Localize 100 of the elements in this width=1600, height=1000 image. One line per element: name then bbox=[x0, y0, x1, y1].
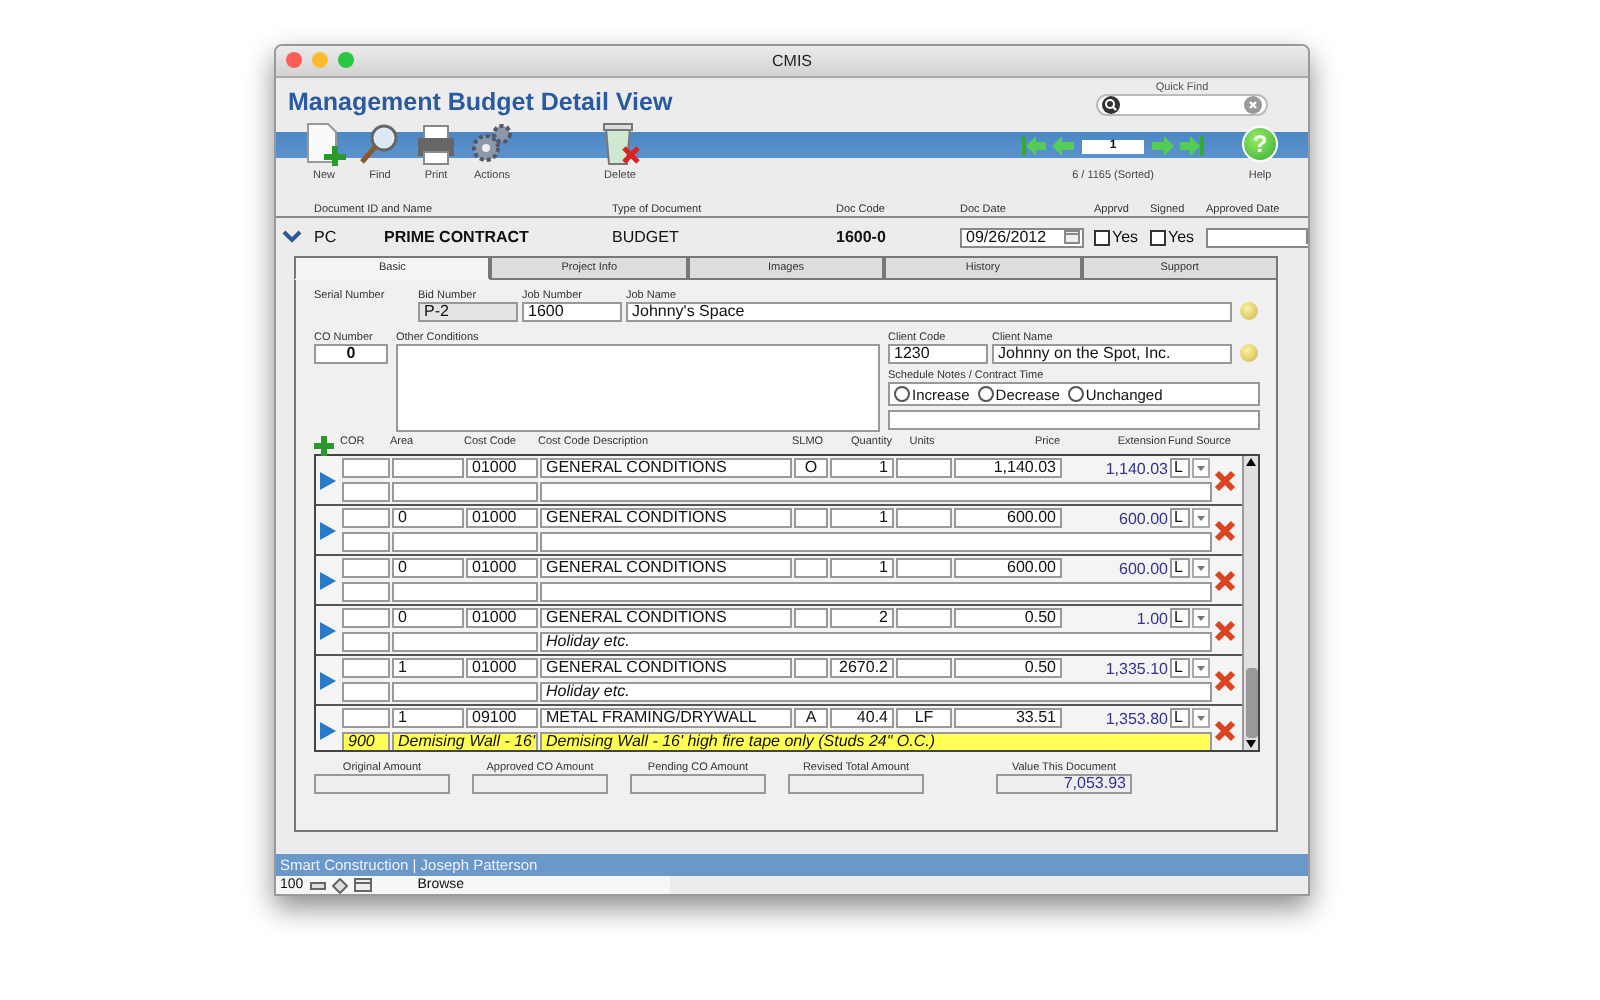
next-record-icon[interactable] bbox=[1150, 136, 1174, 156]
units-field[interactable]: LF bbox=[896, 708, 952, 728]
fund-source-field[interactable]: L bbox=[1170, 508, 1190, 528]
approved-date-field[interactable] bbox=[1206, 227, 1308, 247]
dropdown-icon[interactable] bbox=[1192, 708, 1210, 728]
quantity-field[interactable]: 2670.2 bbox=[830, 658, 894, 678]
slmo-field[interactable]: A bbox=[794, 708, 828, 728]
area-field[interactable] bbox=[392, 458, 464, 478]
area-field[interactable]: 1 bbox=[392, 708, 464, 728]
cost-code-field[interactable]: 01000 bbox=[466, 508, 538, 528]
scroll-up-icon[interactable] bbox=[1244, 456, 1258, 468]
previous-record-icon[interactable] bbox=[1052, 136, 1076, 156]
quantity-field[interactable]: 2 bbox=[830, 608, 894, 628]
signed-checkbox[interactable]: Yes bbox=[1150, 228, 1206, 246]
units-field[interactable] bbox=[896, 458, 952, 478]
cost-code-field[interactable]: 09100 bbox=[466, 708, 538, 728]
area-field[interactable] bbox=[392, 682, 538, 702]
add-icon[interactable] bbox=[314, 436, 334, 456]
dropdown-icon[interactable] bbox=[1192, 658, 1210, 678]
area-field[interactable]: 0 bbox=[392, 608, 464, 628]
description-field[interactable]: GENERAL CONDITIONS bbox=[540, 608, 792, 628]
last-record-icon[interactable] bbox=[1180, 136, 1204, 156]
layout-icon[interactable] bbox=[353, 878, 372, 892]
fund-source-field[interactable]: L bbox=[1170, 558, 1190, 578]
expand-arrow-icon[interactable] bbox=[320, 521, 336, 539]
cor-field[interactable] bbox=[342, 482, 390, 502]
quantity-field[interactable]: 40.4 bbox=[830, 708, 894, 728]
scroll-thumb[interactable] bbox=[1245, 668, 1257, 738]
description-field[interactable]: METAL FRAMING/DRYWALL bbox=[540, 708, 792, 728]
close-button[interactable] bbox=[286, 52, 302, 68]
amount-field[interactable] bbox=[788, 774, 924, 794]
units-field[interactable] bbox=[896, 508, 952, 528]
delete-icon[interactable] bbox=[1214, 619, 1236, 641]
cor-field[interactable] bbox=[342, 582, 390, 602]
note-field[interactable]: Demising Wall - 16' high fire tape only (Studs 24" O.C.) bbox=[540, 732, 1212, 750]
delete-icon[interactable] bbox=[1214, 669, 1236, 691]
quantity-field[interactable]: 1 bbox=[830, 458, 894, 478]
expand-arrow-icon[interactable] bbox=[320, 671, 336, 689]
cor-field[interactable] bbox=[342, 558, 390, 578]
area-field[interactable] bbox=[392, 582, 538, 602]
price-field[interactable]: 1,140.03 bbox=[954, 458, 1062, 478]
other-conditions-field[interactable] bbox=[396, 344, 880, 432]
cor-field[interactable] bbox=[342, 508, 390, 528]
dropdown-icon[interactable] bbox=[1192, 458, 1210, 478]
lookup-button[interactable] bbox=[1240, 344, 1258, 362]
units-field[interactable] bbox=[896, 608, 952, 628]
area-field[interactable]: 1 bbox=[392, 658, 464, 678]
expand-arrow-icon[interactable] bbox=[320, 721, 336, 739]
fund-source-field[interactable]: L bbox=[1170, 658, 1190, 678]
note-field[interactable]: Holiday etc. bbox=[540, 632, 1212, 652]
quantity-field[interactable]: 1 bbox=[830, 558, 894, 578]
collapse-chevron-icon[interactable] bbox=[282, 230, 302, 244]
cost-code-field[interactable]: 01000 bbox=[466, 558, 538, 578]
client-code-field[interactable]: 1230 bbox=[888, 344, 988, 364]
cor-field[interactable] bbox=[342, 458, 390, 478]
description-field[interactable]: GENERAL CONDITIONS bbox=[540, 458, 792, 478]
area-field[interactable]: 0 bbox=[392, 558, 464, 578]
description-field[interactable]: GENERAL CONDITIONS bbox=[540, 508, 792, 528]
delete-icon[interactable] bbox=[1214, 719, 1236, 741]
dropdown-icon[interactable] bbox=[1192, 608, 1210, 628]
co-number-field[interactable]: 0 bbox=[314, 344, 388, 364]
bid-number-field[interactable]: P-2 bbox=[418, 302, 518, 322]
doc-date-field[interactable]: 09/26/2012 bbox=[960, 227, 1084, 247]
quick-find-field[interactable] bbox=[1096, 94, 1268, 116]
price-field[interactable]: 33.51 bbox=[954, 708, 1062, 728]
delete-icon[interactable] bbox=[1214, 569, 1236, 591]
quantity-field[interactable]: 1 bbox=[830, 508, 894, 528]
lookup-button[interactable] bbox=[1240, 302, 1258, 320]
price-field[interactable]: 0.50 bbox=[954, 608, 1062, 628]
cor-field[interactable] bbox=[342, 532, 390, 552]
cor-field[interactable] bbox=[342, 682, 390, 702]
description-field[interactable]: GENERAL CONDITIONS bbox=[540, 558, 792, 578]
cor-field[interactable] bbox=[342, 658, 390, 678]
cost-code-field[interactable]: 01000 bbox=[466, 608, 538, 628]
fund-source-field[interactable]: L bbox=[1170, 608, 1190, 628]
area-field[interactable] bbox=[392, 532, 538, 552]
cost-code-field[interactable]: 01000 bbox=[466, 458, 538, 478]
delete-icon[interactable] bbox=[1214, 519, 1236, 541]
amount-field[interactable] bbox=[472, 774, 608, 794]
slmo-field[interactable] bbox=[794, 658, 828, 678]
amount-field[interactable] bbox=[314, 774, 450, 794]
cor-field[interactable]: 900 bbox=[342, 732, 390, 750]
price-field[interactable]: 600.00 bbox=[954, 558, 1062, 578]
units-field[interactable] bbox=[896, 658, 952, 678]
area-field[interactable] bbox=[392, 482, 538, 502]
job-number-field[interactable]: 1600 bbox=[522, 302, 622, 322]
note-field[interactable] bbox=[540, 482, 1212, 502]
price-field[interactable]: 0.50 bbox=[954, 658, 1062, 678]
cor-field[interactable] bbox=[342, 632, 390, 652]
amount-field[interactable]: 7,053.93 bbox=[996, 774, 1132, 794]
area-field[interactable]: 0 bbox=[392, 508, 464, 528]
clear-icon[interactable] bbox=[1244, 96, 1262, 114]
slmo-field[interactable] bbox=[794, 608, 828, 628]
units-field[interactable] bbox=[896, 558, 952, 578]
dropdown-icon[interactable] bbox=[1192, 558, 1210, 578]
zoom-button[interactable] bbox=[338, 52, 354, 68]
client-name-field[interactable]: Johnny on the Spot, Inc. bbox=[992, 344, 1232, 364]
fund-source-field[interactable]: L bbox=[1170, 708, 1190, 728]
calendar-icon[interactable] bbox=[1064, 230, 1080, 244]
area-field[interactable] bbox=[392, 632, 538, 652]
